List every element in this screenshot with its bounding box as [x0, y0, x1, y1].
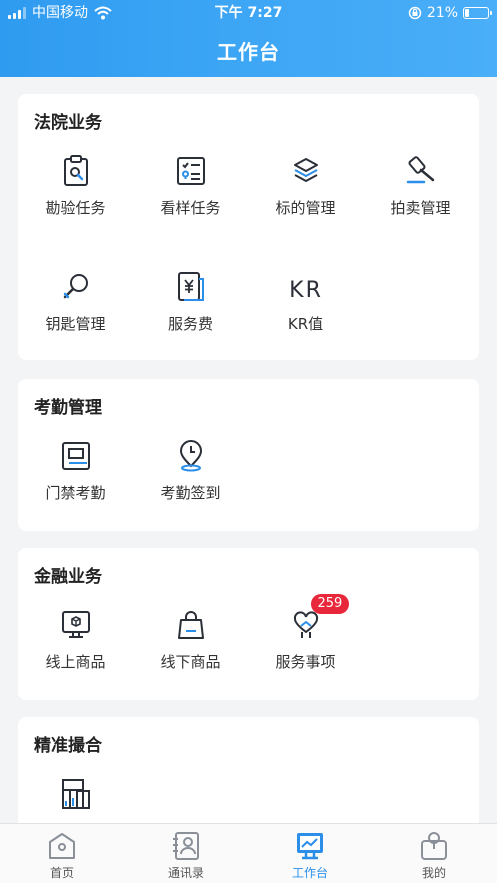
- menu-item-online-products[interactable]: 线上商品: [18, 608, 133, 672]
- tab-profile[interactable]: 我的: [372, 830, 496, 881]
- workbench-icon: [294, 830, 326, 862]
- workbench-content[interactable]: 法院业务 勘验任务 看样任务 标的管理 拍卖管理 钥匙管理 服务费 KR KR值…: [0, 77, 497, 823]
- contacts-icon: [170, 830, 202, 862]
- kr-icon: KR: [289, 270, 323, 304]
- menu-item-label: 线下商品: [160, 653, 221, 671]
- section-precise-matching: 精准撮合: [18, 717, 479, 823]
- menu-item-subject-management[interactable]: 标的管理: [248, 154, 363, 218]
- heart-hand-icon: 259: [289, 594, 350, 642]
- clipboard-search-icon: [59, 154, 93, 188]
- menu-item-label: 钥匙管理: [45, 315, 106, 333]
- menu-item-attendance-checkin[interactable]: 考勤签到: [133, 439, 248, 503]
- menu-item-label: 看样任务: [160, 199, 221, 217]
- notification-badge: 259: [310, 594, 350, 614]
- section-title: 法院业务: [34, 113, 102, 133]
- gavel-icon: [404, 154, 438, 188]
- battery-icon: [463, 7, 492, 19]
- tab-label: 工作台: [291, 866, 328, 880]
- menu-item-survey-task[interactable]: 勘验任务: [18, 154, 133, 218]
- tab-label: 我的: [421, 866, 446, 880]
- menu-item-auction-management[interactable]: 拍卖管理: [363, 154, 478, 218]
- menu-item-label: 拍卖管理: [390, 199, 451, 217]
- menu-item-offline-products[interactable]: 线下商品: [133, 608, 248, 672]
- key-icon: [59, 270, 93, 304]
- menu-item-service-fee[interactable]: 服务费: [133, 270, 248, 334]
- tab-label: 通讯录: [167, 866, 204, 880]
- menu-item-label: 服务费: [167, 315, 213, 333]
- menu-item-label: KR值: [287, 315, 324, 333]
- svg-text:KR: KR: [289, 278, 323, 303]
- menu-item-service-items[interactable]: 259 服务事项: [248, 594, 363, 672]
- home-icon: [46, 830, 78, 862]
- menu-item-sample-viewing-task[interactable]: 看样任务: [133, 154, 248, 218]
- section-title: 精准撮合: [34, 736, 102, 756]
- page-title: 工作台: [217, 40, 280, 64]
- building-chart-icon: [59, 777, 93, 811]
- header-bar: 中国移动 下午 7:27 21% 工作台: [0, 0, 497, 77]
- menu-item-label: 标的管理: [275, 199, 336, 217]
- status-bar: 中国移动 下午 7:27 21%: [0, 0, 497, 26]
- menu-item-label: 门禁考勤: [45, 484, 106, 502]
- tab-label: 首页: [49, 866, 74, 880]
- section-title: 金融业务: [34, 567, 102, 587]
- menu-item-precise-matching[interactable]: [18, 777, 133, 811]
- menu-item-label: 线上商品: [45, 653, 106, 671]
- section-attendance: 考勤管理 门禁考勤 考勤签到: [18, 379, 479, 531]
- section-title: 考勤管理: [34, 398, 102, 418]
- tab-home[interactable]: 首页: [0, 830, 124, 881]
- shopping-bag-icon: [174, 608, 208, 642]
- rotation-lock-icon: [408, 6, 422, 20]
- profile-icon: [418, 830, 450, 862]
- menu-item-label: 勘验任务: [45, 199, 106, 217]
- menu-item-access-attendance[interactable]: 门禁考勤: [18, 439, 133, 503]
- tab-contacts[interactable]: 通讯录: [124, 830, 248, 881]
- menu-item-label: 考勤签到: [160, 484, 221, 502]
- access-card-icon: [59, 439, 93, 473]
- bottom-tab-bar: 首页 通讯录 工作台 我的: [0, 823, 497, 883]
- menu-item-kr-value[interactable]: KR KR值: [248, 270, 363, 334]
- section-court-business: 法院业务 勘验任务 看样任务 标的管理 拍卖管理 钥匙管理 服务费 KR KR值: [18, 94, 479, 360]
- battery-percent: 21%: [426, 5, 458, 21]
- clock-pin-icon: [174, 439, 208, 473]
- menu-item-key-management[interactable]: 钥匙管理: [18, 270, 133, 334]
- layers-icon: [289, 154, 323, 188]
- checklist-location-icon: [174, 154, 208, 188]
- yen-receipt-icon: [174, 270, 208, 304]
- menu-item-label: 服务事项: [275, 653, 336, 671]
- monitor-box-icon: [59, 608, 93, 642]
- tab-workbench[interactable]: 工作台: [248, 830, 372, 881]
- section-finance: 金融业务 线上商品 线下商品 259 服务事项: [18, 548, 479, 700]
